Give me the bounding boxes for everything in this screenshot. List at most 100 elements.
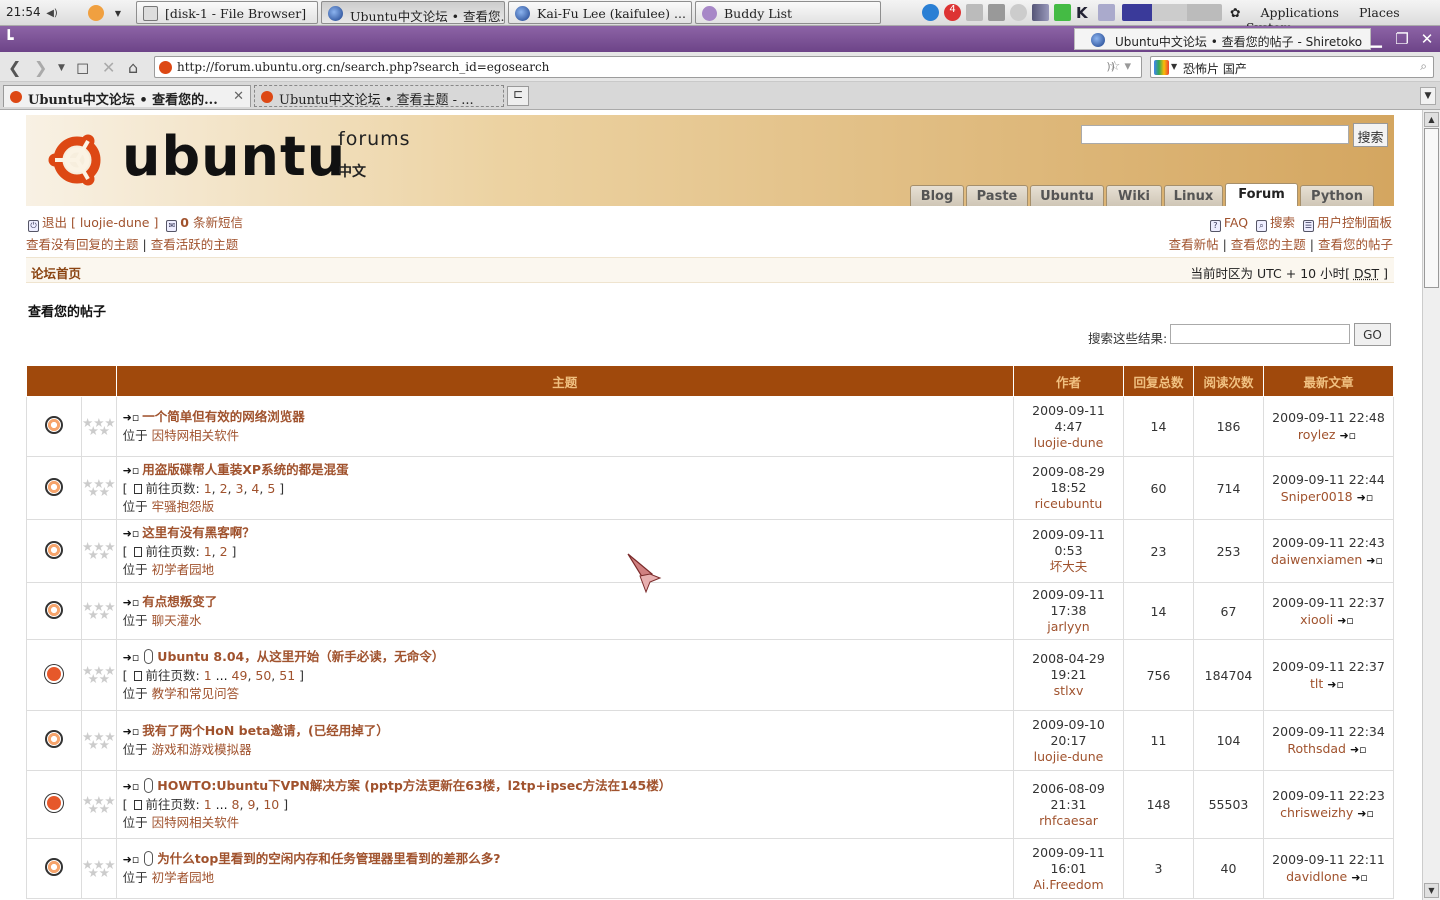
workspace-switcher[interactable] [1122,4,1222,21]
network-icon[interactable] [988,4,1005,21]
search-link[interactable]: 搜索 [1270,215,1295,230]
topic-title-link[interactable]: 我有了两个HoN beta邀请，(已经用掉了） [142,723,388,738]
google-icon[interactable] [1154,60,1169,75]
weather-icon[interactable] [88,5,104,21]
url-bar[interactable]: http://forum.ubuntu.org.cn/search.php?se… [154,56,1142,78]
goto-last-icon[interactable]: ➜▫ [1357,807,1374,820]
author-link[interactable]: rhfcaesar [1039,813,1098,828]
new-tab-button[interactable]: ⊏ [507,86,529,106]
page-link[interactable]: 9 [247,797,255,812]
logo-wordmark[interactable]: ubuntu [122,125,346,188]
search-icon[interactable]: ⌕ [1420,59,1427,74]
page-link[interactable]: 1 [204,544,212,559]
new-posts-link[interactable]: 查看新帖 [1169,237,1219,252]
page-link[interactable]: 2 [220,481,228,496]
maximize-button[interactable]: ❐ [1392,30,1412,48]
author-link[interactable]: luojie-dune [1034,749,1104,764]
url-text[interactable]: http://forum.ubuntu.org.cn/search.php?se… [177,60,549,74]
forum-link[interactable]: 初学者园地 [152,562,215,577]
chevron-down-icon[interactable]: ▼ [1171,62,1177,71]
page-link[interactable]: 1 [204,481,212,496]
goto-last-icon[interactable]: ➜▫ [123,725,140,738]
goto-last-icon[interactable]: ➜▫ [123,596,140,609]
page-link[interactable]: 1 [204,668,212,683]
menu-applications[interactable]: Applications [1260,5,1339,20]
forum-link[interactable]: 聊天灌水 [152,613,202,628]
close-tab-icon[interactable]: ✕ [233,89,244,104]
unanswered-link[interactable]: 查看没有回复的主题 [26,237,139,252]
forward-button[interactable]: ❯ [34,58,47,77]
author-link[interactable]: riceubuntu [1035,496,1103,511]
goto-last-icon[interactable]: ➜▫ [1357,491,1374,504]
task-buddy-list[interactable]: Buddy List [695,1,881,24]
ucp-link[interactable]: 用户控制面板 [1317,215,1392,230]
active-topics-link[interactable]: 查看活跃的主题 [151,237,239,252]
breadcrumb-home[interactable]: 论坛首页 [31,263,81,282]
page-link[interactable]: 3 [236,481,244,496]
vertical-scrollbar[interactable]: ▲ ▼ [1422,110,1440,900]
topic-title-link[interactable]: 用盗版碟帮人重装XP系统的都是混蛋 [142,462,348,477]
site-search-button[interactable]: 搜索 [1353,123,1388,147]
search-query[interactable]: 恐怖片 国产 [1183,60,1247,77]
topic-title-link[interactable]: Ubuntu 8.04，从这里开始（新手必读，无命令） [157,649,444,664]
notification-badge[interactable]: 4 [944,4,961,21]
tab-wiki[interactable]: Wiki [1106,185,1162,206]
tab-view-posts[interactable]: Ubuntu中文论坛 • 查看您的... ✕ [3,85,251,107]
last-poster-link[interactable]: Sniper0018 [1281,489,1353,504]
scrollbar-thumb[interactable] [1424,128,1439,288]
window-menu-icon[interactable]: ┗ [4,29,14,48]
wifi-icon[interactable] [1098,4,1115,21]
reload-button[interactable]: ◻ [76,58,89,77]
forum-link[interactable]: 因特网相关软件 [152,815,240,830]
back-button[interactable]: ❮ [8,58,21,77]
tab-ubuntu[interactable]: Ubuntu [1030,185,1104,206]
goto-last-icon[interactable]: ➜▫ [1351,871,1368,884]
last-poster-link[interactable]: daiwenxiamen [1271,552,1362,567]
topic-title-link[interactable]: 有点想叛变了 [142,594,217,609]
search-results-input[interactable] [1170,324,1350,344]
clock[interactable]: 21:54 [6,5,41,19]
minimize-button[interactable]: ▁ [1366,30,1386,48]
update-icon[interactable] [922,4,939,21]
calendar-icon[interactable] [966,4,983,21]
page-link[interactable]: 51 [279,668,295,683]
goto-last-icon[interactable]: ➜▫ [123,780,140,793]
goto-last-icon[interactable]: ➜▫ [123,853,140,866]
goto-last-icon[interactable]: ➜▫ [1366,554,1383,567]
bookmark-star-icon[interactable]: ☆ ▾ [1109,59,1131,74]
kde-icon[interactable]: K [1076,4,1093,22]
author-link[interactable]: luojie-dune [1034,435,1104,450]
author-link[interactable]: jarlyyn [1047,619,1089,634]
goto-last-icon[interactable]: ➜▫ [123,411,140,424]
tab-list-dropdown[interactable]: ▼ [1420,87,1436,105]
topic-title-link[interactable]: 为什么top里看到的空闲内存和任务管理器里看到的差那么多? [157,851,500,866]
page-link[interactable]: 1 [204,797,212,812]
topic-title-link[interactable]: HOWTO:Ubuntu下VPN解决方案 (pptp方法更新在63楼，l2tp+… [157,778,671,793]
task-twitter[interactable]: Kai-Fu Lee (kaifulee) ... [508,1,692,24]
go-button[interactable]: GO [1354,323,1391,346]
goto-last-icon[interactable]: ➜▫ [123,464,140,477]
your-posts-link[interactable]: 查看您的帖子 [1318,237,1393,252]
signal-icon[interactable] [1032,4,1049,21]
ubuntu-logo-icon[interactable] [46,129,108,191]
faq-link[interactable]: FAQ [1224,215,1248,230]
goto-last-icon[interactable]: ➜▫ [1337,614,1354,627]
author-link[interactable]: stlxv [1054,683,1084,698]
tab-forum[interactable]: Forum [1225,183,1298,206]
your-topics-link[interactable]: 查看您的主题 [1231,237,1306,252]
scroll-down-button[interactable]: ▼ [1424,883,1439,898]
last-poster-link[interactable]: Rothsdad [1287,741,1346,756]
tab-linux[interactable]: Linux [1164,185,1223,206]
forum-link[interactable]: 因特网相关软件 [152,428,240,443]
forum-link[interactable]: 游戏和游戏模拟器 [152,742,252,757]
last-poster-link[interactable]: chrisweizhy [1280,805,1353,820]
volume-icon[interactable]: ◀) [44,5,60,21]
last-poster-link[interactable]: davidlone [1286,869,1347,884]
author-link[interactable]: Ai.Freedom [1033,877,1103,892]
last-poster-link[interactable]: roylez [1298,427,1336,442]
web-search-bar[interactable]: ▼ 恐怖片 国产 ⌕ [1150,56,1434,78]
forum-link[interactable]: 初学者园地 [152,870,215,885]
last-poster-link[interactable]: xiooli [1300,612,1333,627]
page-link[interactable]: 50 [255,668,271,683]
goto-last-icon[interactable]: ➜▫ [1339,429,1356,442]
